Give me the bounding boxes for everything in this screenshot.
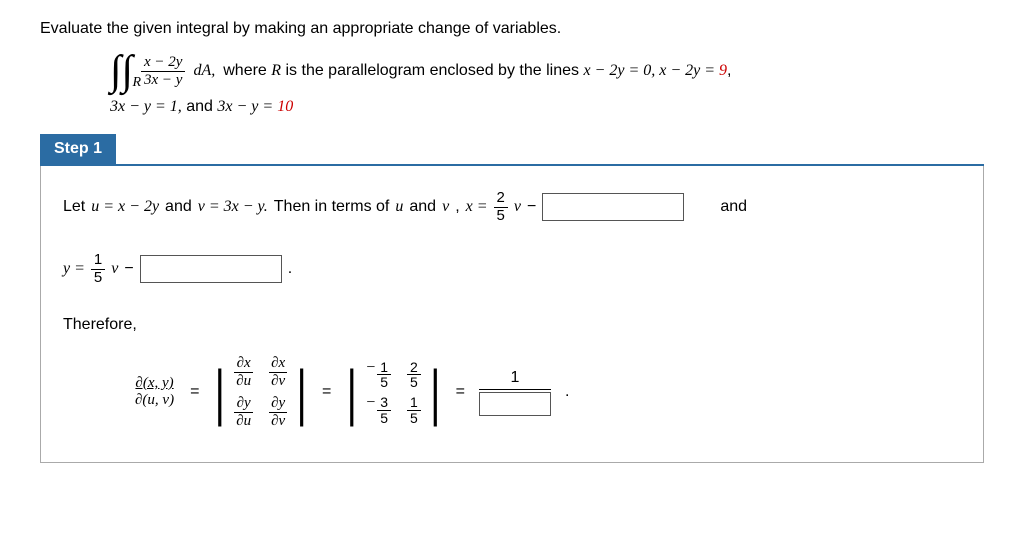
problem-statement: Evaluate the given integral by making an… [40,20,984,116]
step-body: Let u = x − 2y and v = 3x − y. Then in t… [40,166,984,463]
jacobian-result: 1 [479,369,551,416]
problem-equation-line-1: ∫∫R x − 2y 3x − y dA, where R is the par… [110,50,984,92]
jacobian-lhs: ∂(x, y) ∂(u, v) [133,375,176,409]
x-coeff-fraction: 2 5 [494,190,508,224]
red-value-10: 10 [277,98,293,115]
y-coeff-fraction: 1 5 [91,252,105,286]
answer-input-jacobian[interactable] [479,392,551,416]
double-integral-symbol: ∫∫R [110,50,133,92]
answer-input-x[interactable] [542,193,684,221]
red-value-9: 9 [719,62,727,79]
step-label: Step 1 [40,134,116,164]
step-header: Step 1 [40,134,984,166]
step-sentence-2: y = 1 5 v − . [63,252,961,286]
jacobian-value-matrix: | −15 25 −35 15 | [345,357,441,428]
problem-equation-line-2: 3x − y = 1, and 3x − y = 10 [110,98,984,116]
problem-lead: Evaluate the given integral by making an… [40,20,984,38]
step-sentence-1: Let u = x − 2y and v = 3x − y. Then in t… [63,190,961,224]
answer-input-y[interactable] [140,255,282,283]
jacobian-partial-matrix: | ∂x∂u ∂x∂v ∂y∂u ∂y∂v | [213,352,308,432]
integrand-fraction: x − 2y 3x − y [141,54,185,88]
jacobian-equation: ∂(x, y) ∂(u, v) = | ∂x∂u ∂x∂v ∂y∂u ∂y∂v … [133,352,961,432]
therefore-label: Therefore, [63,316,961,334]
